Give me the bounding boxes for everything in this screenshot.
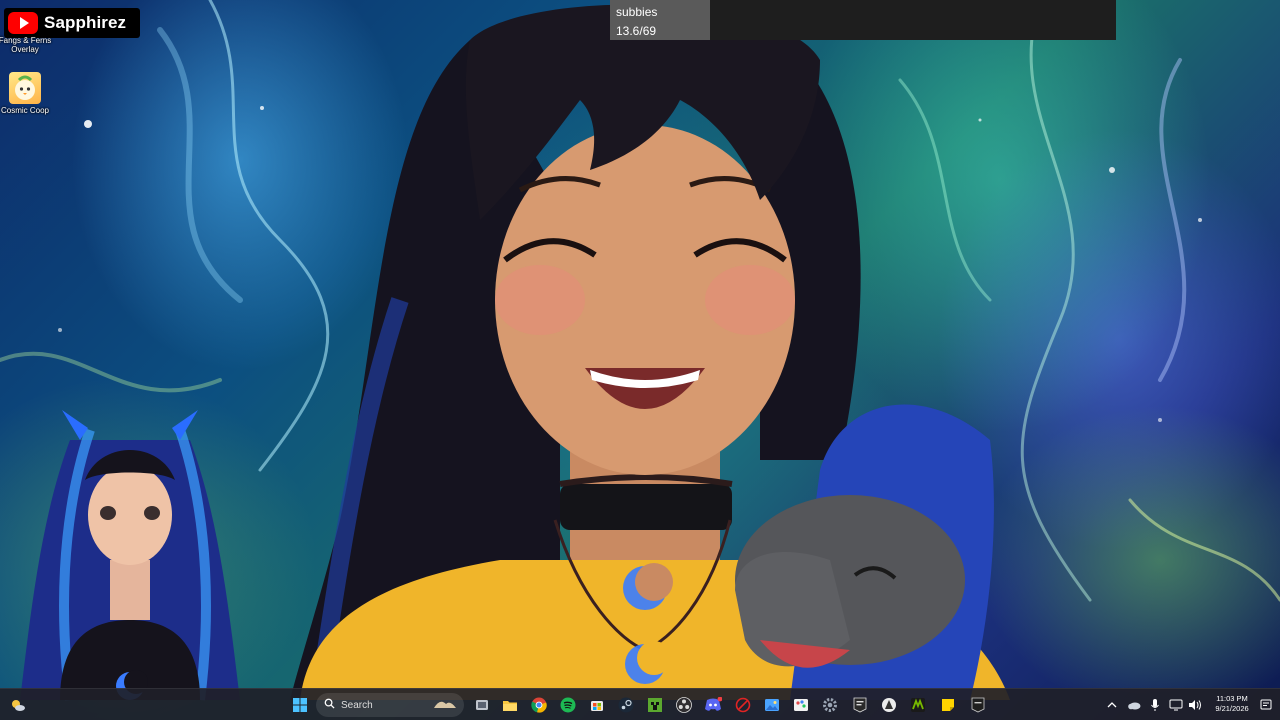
taskbar-search-box[interactable]: Search — [316, 693, 464, 717]
discord-icon[interactable] — [701, 693, 725, 717]
obs-icon[interactable] — [672, 693, 696, 717]
paint-icon[interactable] — [789, 693, 813, 717]
volume-icon[interactable] — [1183, 693, 1207, 717]
goal-text: subbies 13.6/69 — [616, 3, 657, 41]
task-view-icon[interactable] — [470, 693, 494, 717]
youtube-logo-icon — [8, 12, 38, 34]
minecraft-icon[interactable] — [643, 693, 667, 717]
clock-time: 11:03 PM — [1216, 694, 1248, 703]
chrome-icon[interactable] — [527, 693, 551, 717]
nvidia-icon[interactable] — [906, 693, 930, 717]
steam-icon[interactable] — [614, 693, 638, 717]
app-icon[interactable] — [877, 693, 901, 717]
file-explorer-icon[interactable] — [498, 693, 522, 717]
settings-icon[interactable] — [818, 693, 842, 717]
subscriber-goal-bar: subbies 13.6/69 — [610, 0, 1116, 40]
desktop-icon-label: Fangs & Ferns Overlay — [0, 36, 52, 54]
spotify-icon[interactable] — [556, 693, 580, 717]
desktop-icon-label: Cosmic Coop — [0, 106, 49, 115]
stream-characters — [20, 4, 1010, 701]
cosmic-coop-icon — [9, 72, 41, 104]
clock-date: 9/21/2026 — [1215, 704, 1249, 713]
notification-center-icon[interactable] — [1254, 693, 1278, 717]
goal-progress: 13.6/69 — [616, 24, 657, 38]
microsoft-store-icon[interactable] — [585, 693, 609, 717]
weather-widget-icon[interactable] — [6, 693, 30, 717]
sticky-notes-icon[interactable] — [936, 693, 960, 717]
desktop-icon-cosmic-coop[interactable]: Cosmic Coop — [0, 72, 52, 115]
photos-icon[interactable] — [760, 693, 784, 717]
tray-overflow-chevron-icon[interactable] — [1100, 693, 1124, 717]
windows-start-icon[interactable] — [288, 693, 312, 717]
youtube-channel-badge: Sapphirez — [4, 8, 140, 38]
taskbar-clock[interactable]: 11:03 PM 9/21/2026 — [1206, 694, 1258, 714]
desktop-icon-fangs-ferns-overlay[interactable]: Fangs & Ferns Overlay — [0, 36, 52, 54]
search-highlight-icon — [432, 696, 458, 715]
search-placeholder: Search — [341, 699, 373, 711]
windows-taskbar: Search 11:03 PM 9/21/2026 — [0, 688, 1280, 720]
epic-games-icon[interactable] — [848, 693, 872, 717]
search-icon — [324, 696, 335, 714]
recording-icon[interactable] — [731, 693, 755, 717]
vtuber-avatar-illustration — [20, 410, 240, 701]
channel-name: Sapphirez — [44, 13, 127, 32]
goal-title: subbies — [616, 5, 658, 19]
epic-games-launcher-icon[interactable] — [966, 693, 990, 717]
